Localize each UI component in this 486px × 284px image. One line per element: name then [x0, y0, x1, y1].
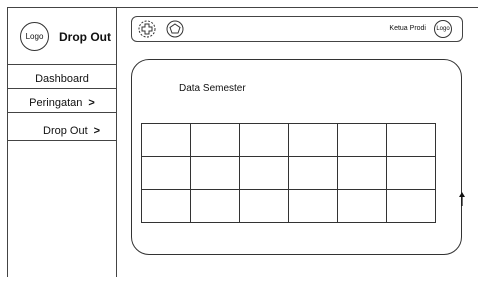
table-header-cell	[288, 123, 338, 157]
logo: Logo	[20, 22, 49, 51]
sidebar-item-drop-out[interactable]: Drop Out >	[7, 121, 117, 141]
semester-panel: Data Semester	[131, 59, 462, 255]
table-header-row	[141, 123, 436, 157]
table-cell	[288, 189, 338, 223]
chevron-right-icon: >	[93, 124, 101, 137]
table-cell	[239, 189, 289, 223]
table-cell	[190, 189, 240, 223]
add-circle-icon[interactable]	[138, 20, 156, 38]
topbar: Ketua Prodi Logo	[131, 16, 463, 42]
table-cell	[141, 189, 191, 223]
user-role-label: Ketua Prodi	[389, 25, 426, 32]
table-row[interactable]	[141, 156, 436, 190]
table-header-cell	[190, 123, 240, 157]
sidebar: Logo Drop Out Dashboard Peringatan > Dro…	[7, 7, 117, 277]
sidebar-item-dashboard[interactable]: Dashboard	[7, 69, 117, 89]
pentagon-icon[interactable]	[166, 20, 184, 38]
table-cell	[239, 156, 289, 190]
chevron-right-icon: >	[88, 96, 95, 109]
semester-table	[141, 123, 436, 223]
avatar[interactable]: Logo	[434, 20, 452, 38]
table-header-cell	[239, 123, 289, 157]
app-title: Drop Out	[59, 30, 111, 44]
table-cell	[386, 189, 436, 223]
table-header-cell	[141, 123, 191, 157]
table-cell	[337, 156, 387, 190]
panel-title: Data Semester	[179, 83, 246, 94]
table-cell	[337, 189, 387, 223]
table-cell	[386, 156, 436, 190]
table-cell	[141, 156, 191, 190]
sidebar-item-peringatan[interactable]: Peringatan >	[7, 93, 117, 113]
sidebar-item-label: Drop Out	[43, 124, 88, 137]
table-cell	[190, 156, 240, 190]
sidebar-item-label: Dashboard	[35, 72, 89, 85]
table-header-cell	[337, 123, 387, 157]
table-header-cell	[386, 123, 436, 157]
sidebar-brand: Logo Drop Out	[7, 7, 117, 65]
table-row[interactable]	[141, 189, 436, 223]
scroll-up-arrow-icon[interactable]	[457, 191, 467, 212]
sidebar-item-label: Peringatan	[29, 96, 83, 109]
table-cell	[288, 156, 338, 190]
